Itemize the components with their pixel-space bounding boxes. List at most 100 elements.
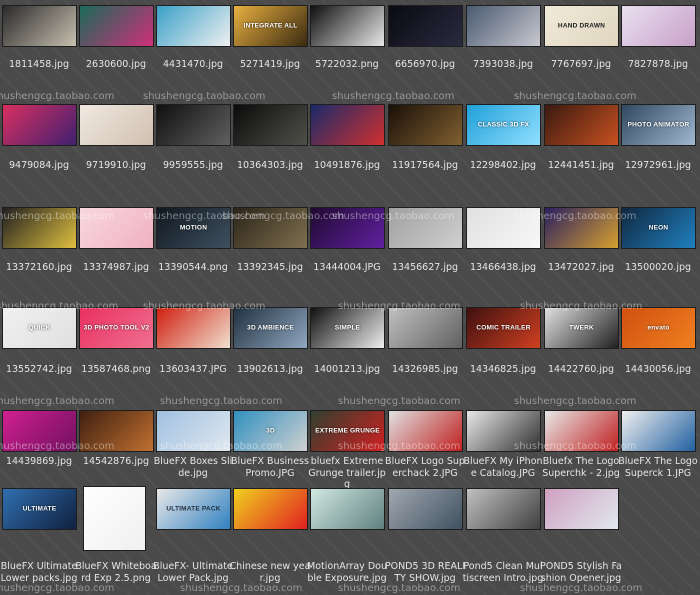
file-name-label: BlueFX Whiteboard Exp 2.5.png: [75, 561, 157, 584]
file-thumbnail[interactable]: [79, 104, 154, 146]
file-name-label: BlueFX Logo Superchack 2.JPG: [385, 456, 465, 479]
thumbnail-caption: 3D PHOTO TOOL V2: [83, 324, 150, 332]
file-thumbnail[interactable]: [2, 5, 77, 47]
file-thumbnail[interactable]: [233, 104, 308, 146]
file-name-label: 14346825.jpg: [469, 364, 537, 375]
file-thumbnail[interactable]: [233, 207, 308, 249]
file-thumbnail[interactable]: PHOTO ANIMATOR: [621, 104, 696, 146]
file-thumbnail[interactable]: [156, 5, 231, 47]
file-name-label: BlueFX Business Promo.JPG: [231, 456, 309, 479]
file-thumbnail[interactable]: [466, 207, 541, 249]
thumbnail-caption: PHOTO ANIMATOR: [627, 121, 690, 129]
file-thumbnail[interactable]: ULTIMATE PACK: [156, 488, 231, 530]
file-thumbnail[interactable]: [544, 488, 619, 530]
file-name-label: 13372160.jpg: [5, 262, 73, 273]
file-thumbnail[interactable]: [466, 488, 541, 530]
file-name-label: 14326985.jpg: [391, 364, 459, 375]
thumbnail-caption: INTEGRATE ALL: [243, 22, 298, 30]
file-thumbnail[interactable]: [2, 207, 77, 249]
file-name-label: 13444004.JPG: [313, 262, 381, 273]
thumbnail-caption: SIMPLE: [334, 324, 361, 332]
thumbnail-caption: CLASSIC 3D FX: [477, 121, 530, 129]
file-name-label: 4431470.jpg: [162, 59, 224, 70]
file-name-label: 13456627.jpg: [391, 262, 459, 273]
file-thumbnail[interactable]: 3D: [233, 410, 308, 452]
file-thumbnail[interactable]: [544, 104, 619, 146]
file-name-label: 10491876.jpg: [313, 160, 381, 171]
file-thumbnail[interactable]: COMIC TRAILER: [466, 307, 541, 349]
file-thumbnail[interactable]: [2, 104, 77, 146]
file-thumbnail[interactable]: [388, 207, 463, 249]
file-thumbnail[interactable]: SIMPLE: [310, 307, 385, 349]
file-thumbnail[interactable]: [388, 488, 463, 530]
file-name-label: Pond5 Clean Multiscreen Intro.jpg: [462, 561, 544, 584]
file-name-label: 5271419.jpg: [239, 59, 301, 70]
file-name-label: bluefx Extreme Grunge trailer.jpg: [308, 456, 386, 490]
file-thumbnail[interactable]: TWERK: [544, 307, 619, 349]
file-thumbnail[interactable]: QUICK: [2, 307, 77, 349]
file-thumbnail[interactable]: EXTREME GRUNGE: [310, 410, 385, 452]
file-thumbnail[interactable]: NEON: [621, 207, 696, 249]
thumbnail-caption: HAND DRAWN: [557, 22, 606, 30]
file-thumbnail[interactable]: [310, 5, 385, 47]
file-thumbnail[interactable]: ULTIMATE: [2, 488, 77, 530]
file-thumbnail[interactable]: [544, 207, 619, 249]
file-name-label: 5722032.png: [315, 59, 379, 70]
file-name-label: 7767697.jpg: [550, 59, 612, 70]
file-thumbnail[interactable]: MOTION: [156, 207, 231, 249]
thumbnail-caption: 3D AMBIENCE: [247, 324, 294, 332]
file-name-label: BlueFX Boxes Slide.jpg: [153, 456, 233, 479]
file-name-label: 13500020.jpg: [624, 262, 692, 273]
file-name-label: Chinese new year.jpg: [229, 561, 311, 584]
file-thumbnail[interactable]: [310, 207, 385, 249]
thumbnail-caption: 3D: [266, 427, 275, 435]
file-thumbnail[interactable]: HAND DRAWN: [544, 5, 619, 47]
file-name-label: 13587468.png: [81, 364, 151, 375]
file-thumbnail[interactable]: [466, 5, 541, 47]
file-name-label: 9479084.jpg: [8, 160, 70, 171]
file-name-label: Bluefx The Logo Superchk - 2.jpg: [542, 456, 620, 479]
file-name-label: 10364303.jpg: [236, 160, 304, 171]
file-thumbnail[interactable]: [621, 410, 696, 452]
file-name-label: BlueFX Ultimate Lower packs.jpg: [0, 561, 78, 584]
file-thumbnail[interactable]: [156, 104, 231, 146]
file-name-label: 9719910.jpg: [85, 160, 147, 171]
thumbnail-caption: MOTION: [179, 224, 208, 232]
file-thumbnail[interactable]: [83, 486, 146, 551]
file-name-label: 12972961.jpg: [624, 160, 692, 171]
file-thumbnail[interactable]: [310, 488, 385, 530]
file-thumbnail[interactable]: [388, 410, 463, 452]
file-thumbnail[interactable]: [79, 5, 154, 47]
file-thumbnail[interactable]: [79, 207, 154, 249]
file-thumbnail[interactable]: [466, 410, 541, 452]
file-thumbnail[interactable]: [233, 488, 308, 530]
file-thumbnail[interactable]: 3D AMBIENCE: [233, 307, 308, 349]
file-name-label: 14439869.jpg: [5, 456, 73, 467]
file-name-label: 13552742.jpg: [5, 364, 73, 375]
file-name-label: 13902613.jpg: [236, 364, 304, 375]
file-thumbnail[interactable]: [2, 410, 77, 452]
file-thumbnail[interactable]: [310, 104, 385, 146]
file-name-label: 7827878.jpg: [627, 59, 689, 70]
file-name-label: 13466438.jpg: [469, 262, 537, 273]
file-thumbnail[interactable]: [388, 307, 463, 349]
file-thumbnail[interactable]: [79, 410, 154, 452]
file-thumbnail[interactable]: envato: [621, 307, 696, 349]
file-thumbnail[interactable]: [156, 410, 231, 452]
file-thumbnail[interactable]: [156, 307, 231, 349]
file-thumbnail[interactable]: [621, 5, 696, 47]
file-thumbnail[interactable]: [544, 410, 619, 452]
file-name-label: BlueFX My iPhone Catalog.JPG: [463, 456, 543, 479]
file-thumbnail[interactable]: 3D PHOTO TOOL V2: [79, 307, 154, 349]
thumbnail-caption: QUICK: [28, 324, 51, 332]
file-name-label: 13603437.JPG: [159, 364, 227, 375]
file-thumbnail[interactable]: CLASSIC 3D FX: [466, 104, 541, 146]
file-thumbnail[interactable]: [388, 104, 463, 146]
file-name-label: 14430056.jpg: [624, 364, 692, 375]
file-thumbnail[interactable]: INTEGRATE ALL: [233, 5, 308, 47]
thumbnail-caption: COMIC TRAILER: [476, 324, 531, 332]
file-name-label: POND5 Stylish Fashion Opener.jpg: [540, 561, 622, 584]
thumbnail-caption: ULTIMATE PACK: [166, 505, 221, 513]
thumbnail-caption: envato: [647, 324, 670, 332]
file-thumbnail[interactable]: [388, 5, 463, 47]
